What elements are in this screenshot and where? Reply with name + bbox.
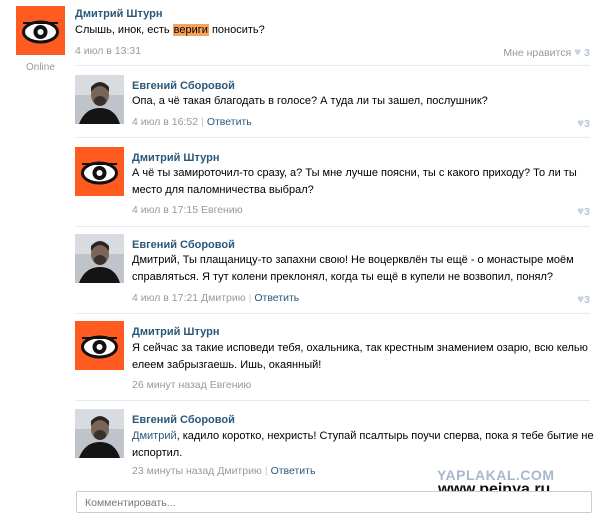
comment-text: елеем забрызгаешь. Ишь, окаянный! — [132, 359, 322, 371]
divider — [75, 313, 590, 314]
eye-logo-icon — [81, 161, 118, 185]
heart-icon: ♥ — [574, 45, 582, 59]
comment-input[interactable]: Комментировать... — [76, 491, 592, 513]
avatar[interactable] — [75, 75, 124, 124]
comment-time[interactable]: 4 июл в 17:15 — [132, 204, 198, 216]
man-photo-icon — [75, 75, 124, 124]
comment-text: Опа, а чё такая благодать в голосе? А ту… — [132, 95, 488, 107]
post-text-highlight: вериги — [172, 24, 209, 36]
comment-text: справляться. Я тут колени преклонял, ког… — [132, 271, 554, 283]
comment-text: Дмитрий, Ты плащаницу-то запахни свою! Н… — [132, 254, 574, 266]
divider — [75, 400, 590, 401]
avatar[interactable] — [16, 6, 65, 55]
post-text: Слышь, инок, есть вериги поносить? — [75, 22, 265, 39]
reply-to[interactable]: Дмитрию — [201, 292, 246, 304]
comment-time[interactable]: 4 июл в 16:52 — [132, 116, 198, 128]
avatar[interactable] — [75, 147, 124, 196]
like-count: 3 — [584, 206, 590, 218]
reply-link[interactable]: Ответить — [271, 465, 316, 477]
comment-meta: 4 июл в 17:15 Евгению — [132, 204, 243, 216]
eye-logo-icon — [81, 335, 118, 359]
like-count: 3 — [584, 118, 590, 130]
comment-author[interactable]: Евгений Сборовой — [132, 80, 235, 92]
comment-author[interactable]: Евгений Сборовой — [132, 239, 235, 251]
avatar[interactable] — [75, 321, 124, 370]
comment-author[interactable]: Дмитрий Штурн — [132, 326, 219, 338]
reply-to[interactable]: Евгению — [210, 379, 252, 391]
post-text-part: поносить? — [208, 24, 265, 36]
reply-link[interactable]: Ответить — [254, 292, 299, 304]
comment-time[interactable]: 23 минуты назад — [132, 465, 214, 477]
like-count: 3 — [584, 294, 590, 306]
comment-author[interactable]: Евгений Сборовой — [132, 414, 235, 426]
post-text-part: Слышь, инок, есть — [75, 24, 173, 36]
eye-logo-icon — [22, 20, 59, 44]
reply-to[interactable]: Евгению — [201, 204, 243, 216]
divider — [75, 137, 590, 138]
comment-meta: 26 минут назад Евгению — [132, 379, 251, 391]
divider — [75, 65, 590, 66]
avatar[interactable] — [75, 409, 124, 458]
comment-time[interactable]: 4 июл в 17:21 — [132, 292, 198, 304]
divider — [75, 226, 590, 227]
comment-meta: 4 июл в 16:52 | Ответить — [132, 116, 252, 128]
online-status: Online — [26, 62, 55, 73]
post-author[interactable]: Дмитрий Штурн — [75, 8, 162, 20]
comment-text: испортил. — [132, 447, 183, 459]
comment-like-button[interactable]: ♥3 — [560, 204, 590, 218]
comment-text: А чё ты замироточил-то сразу, а? Ты мне … — [132, 167, 577, 179]
comment-input-placeholder: Комментировать... — [85, 497, 176, 509]
comment-author[interactable]: Дмитрий Штурн — [132, 152, 219, 164]
comment-like-button[interactable]: ♥3 — [560, 292, 590, 306]
post-time[interactable]: 4 июл в 13:31 — [75, 45, 141, 57]
man-photo-icon — [75, 409, 124, 458]
comment-text-part: , кадило коротко, нехристь! Ступай псалт… — [176, 430, 594, 442]
like-count: 3 — [584, 47, 590, 59]
mention-link[interactable]: Дмитрий — [132, 430, 177, 442]
comment-time[interactable]: 26 минут назад — [132, 379, 207, 391]
man-photo-icon — [75, 234, 124, 283]
comment-text: Дмитрий, кадило коротко, нехристь! Ступа… — [132, 428, 594, 445]
avatar[interactable] — [75, 234, 124, 283]
comment-text: Я сейчас за такие исповеди тебя, охальни… — [132, 342, 588, 354]
like-label: Мне нравится — [503, 47, 572, 59]
comment-meta: 23 минуты назад Дмитрию | Ответить — [132, 465, 316, 477]
reply-to[interactable]: Дмитрию — [217, 465, 262, 477]
reply-link[interactable]: Ответить — [207, 116, 252, 128]
post-like-button[interactable]: Мне нравится ♥ 3 — [480, 45, 590, 59]
comment-text: место для паломничества выбрал? — [132, 184, 314, 196]
comment-meta: 4 июл в 17:21 Дмитрию | Ответить — [132, 292, 300, 304]
comment-like-button[interactable]: ♥3 — [560, 116, 590, 130]
